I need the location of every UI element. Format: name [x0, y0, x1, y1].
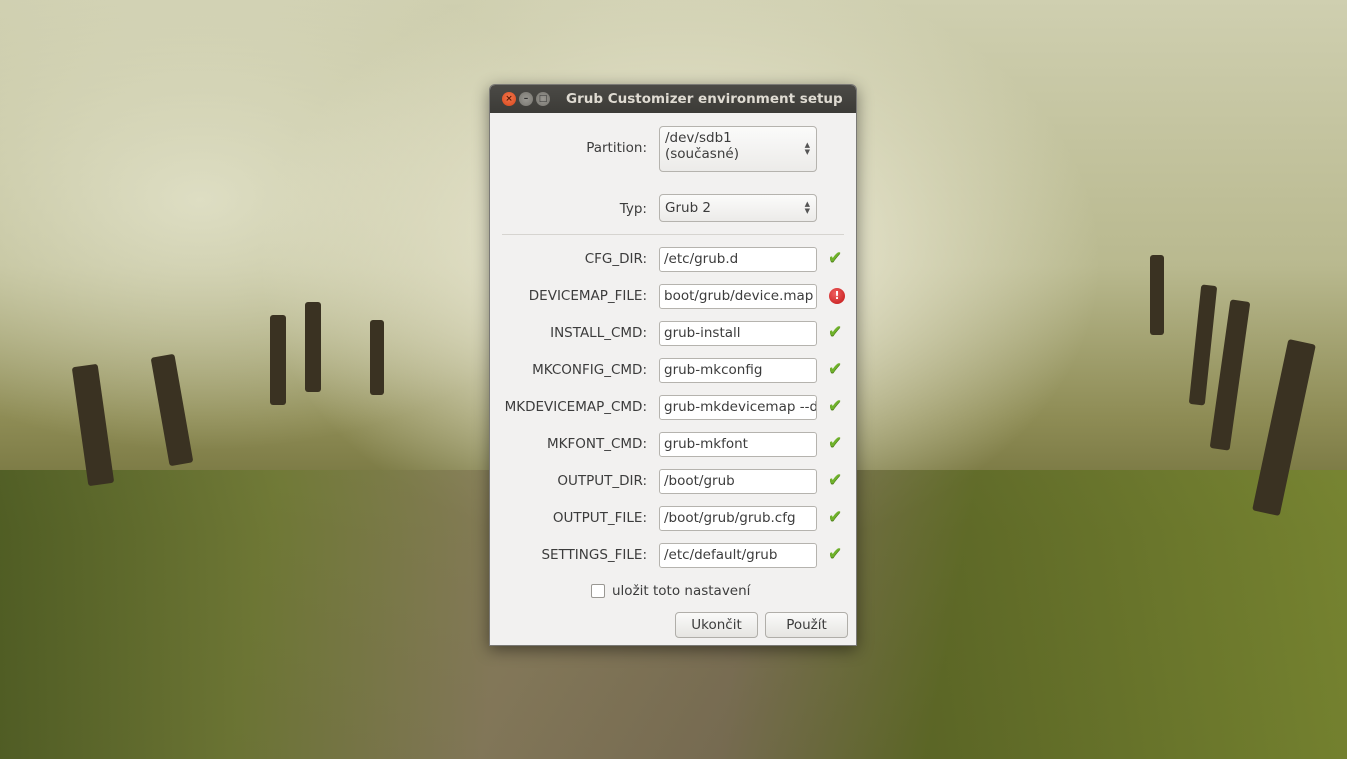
save-settings-label[interactable]: uložit toto nastavení	[612, 583, 750, 599]
updown-arrow-icon: ▲ ▼	[804, 141, 810, 156]
type-value: Grub 2	[665, 200, 712, 216]
field-label: OUTPUT_FILE:	[552, 510, 647, 526]
fence-post	[150, 353, 194, 467]
title-bar: × – □ Grub Customizer environment setup	[490, 85, 856, 113]
separator	[502, 234, 844, 235]
minimize-icon[interactable]: –	[519, 92, 533, 106]
check-icon: ✔	[828, 544, 843, 564]
field-input[interactable]: /boot/grub	[659, 469, 817, 494]
field-input[interactable]: /etc/grub.d	[659, 247, 817, 272]
field-label: DEVICEMAP_FILE:	[528, 288, 647, 304]
check-icon: ✔	[828, 248, 843, 268]
fence-post	[305, 302, 321, 392]
quit-button[interactable]: Ukončit	[675, 612, 758, 638]
field-input[interactable]: grub-mkdevicemap --de	[659, 395, 817, 420]
field-label: MKCONFIG_CMD:	[532, 362, 647, 378]
field-label: MKDEVICEMAP_CMD:	[504, 399, 647, 415]
close-icon[interactable]: ×	[502, 92, 516, 106]
environment-setup-dialog: × – □ Grub Customizer environment setup …	[489, 84, 857, 646]
type-label: Typ:	[619, 201, 647, 217]
type-select[interactable]: Grub 2 ▲ ▼	[659, 194, 817, 222]
check-icon: ✔	[828, 396, 843, 416]
check-icon: ✔	[828, 470, 843, 490]
field-input[interactable]: grub-mkfont	[659, 432, 817, 457]
field-label: MKFONT_CMD:	[546, 436, 647, 452]
partition-select[interactable]: /dev/sdb1 (současné) ▲ ▼	[659, 126, 817, 172]
fence-post	[71, 363, 115, 487]
save-settings-checkbox[interactable]	[591, 584, 605, 598]
field-input[interactable]: /boot/grub/grub.cfg	[659, 506, 817, 531]
field-input[interactable]: /etc/default/grub	[659, 543, 817, 568]
field-label: OUTPUT_DIR:	[557, 473, 647, 489]
field-label: SETTINGS_FILE:	[541, 547, 647, 563]
window-title: Grub Customizer environment setup	[566, 91, 843, 107]
partition-value: /dev/sdb1	[665, 130, 732, 146]
field-input[interactable]: grub-install	[659, 321, 817, 346]
fence-post	[1188, 284, 1218, 406]
field-input[interactable]: boot/grub/device.map	[659, 284, 817, 309]
partition-label: Partition:	[586, 140, 647, 156]
check-icon: ✔	[828, 507, 843, 527]
check-icon: ✔	[828, 433, 843, 453]
fence-post	[1150, 255, 1164, 335]
field-label: CFG_DIR:	[584, 251, 647, 267]
updown-arrow-icon: ▲ ▼	[804, 200, 810, 215]
fence-post	[270, 315, 286, 405]
field-input[interactable]: grub-mkconfig	[659, 358, 817, 383]
check-icon: ✔	[828, 322, 843, 342]
field-label: INSTALL_CMD:	[550, 325, 647, 341]
fence-post	[1209, 299, 1251, 451]
check-icon: ✔	[828, 359, 843, 379]
fence-post	[370, 320, 384, 395]
apply-button[interactable]: Použít	[765, 612, 848, 638]
maximize-icon[interactable]: □	[536, 92, 550, 106]
error-icon: !	[829, 288, 845, 304]
partition-value-note: (současné)	[665, 146, 739, 162]
